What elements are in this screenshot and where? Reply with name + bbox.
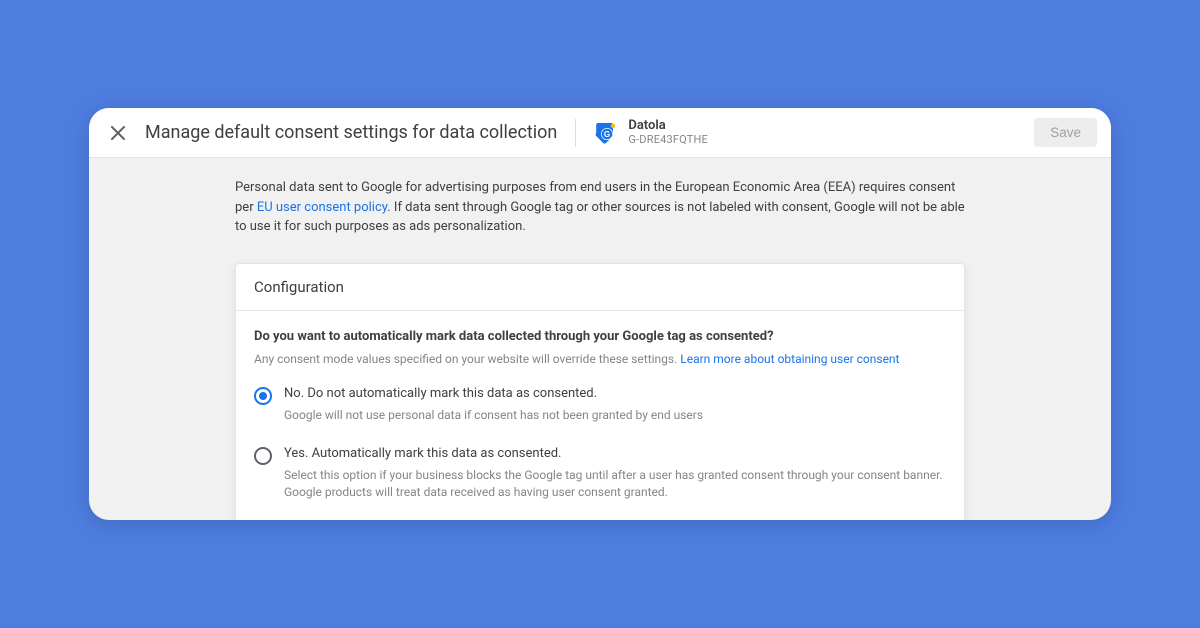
settings-dialog: Manage default consent settings for data… — [89, 108, 1111, 520]
option-no-label: No. Do not automatically mark this data … — [284, 386, 946, 401]
consent-help-text: Any consent mode values specified on you… — [254, 352, 946, 366]
save-button[interactable]: Save — [1034, 118, 1097, 147]
google-tag-icon: G — [592, 119, 618, 145]
property-name: Datola — [628, 119, 708, 134]
svg-text:G: G — [604, 130, 610, 139]
option-no-desc: Google will not use personal data if con… — [284, 407, 946, 424]
learn-more-link[interactable]: Learn more about obtaining user consent — [680, 352, 899, 366]
close-icon — [111, 126, 125, 140]
close-button[interactable] — [107, 122, 129, 144]
consent-question: Do you want to automatically mark data c… — [254, 329, 946, 344]
help-text-before: Any consent mode values specified on you… — [254, 352, 680, 366]
consent-option-no[interactable]: No. Do not automatically mark this data … — [254, 386, 946, 424]
consent-policy-link[interactable]: EU user consent policy — [257, 200, 387, 215]
radio-no[interactable] — [254, 387, 272, 405]
radio-yes[interactable] — [254, 447, 272, 465]
consent-option-yes[interactable]: Yes. Automatically mark this data as con… — [254, 446, 946, 502]
card-title: Configuration — [236, 264, 964, 311]
dialog-title: Manage default consent settings for data… — [145, 122, 557, 143]
dialog-content: Personal data sent to Google for adverti… — [89, 158, 1111, 520]
dialog-header: Manage default consent settings for data… — [89, 108, 1111, 158]
intro-paragraph: Personal data sent to Google for adverti… — [235, 178, 965, 237]
property-id: G-DRE43FQTHE — [628, 134, 708, 147]
property-indicator: G Datola G-DRE43FQTHE — [592, 119, 708, 147]
header-divider — [575, 119, 576, 147]
option-yes-desc: Select this option if your business bloc… — [284, 467, 946, 502]
configuration-card: Configuration Do you want to automatical… — [235, 263, 965, 521]
option-yes-label: Yes. Automatically mark this data as con… — [284, 446, 946, 461]
